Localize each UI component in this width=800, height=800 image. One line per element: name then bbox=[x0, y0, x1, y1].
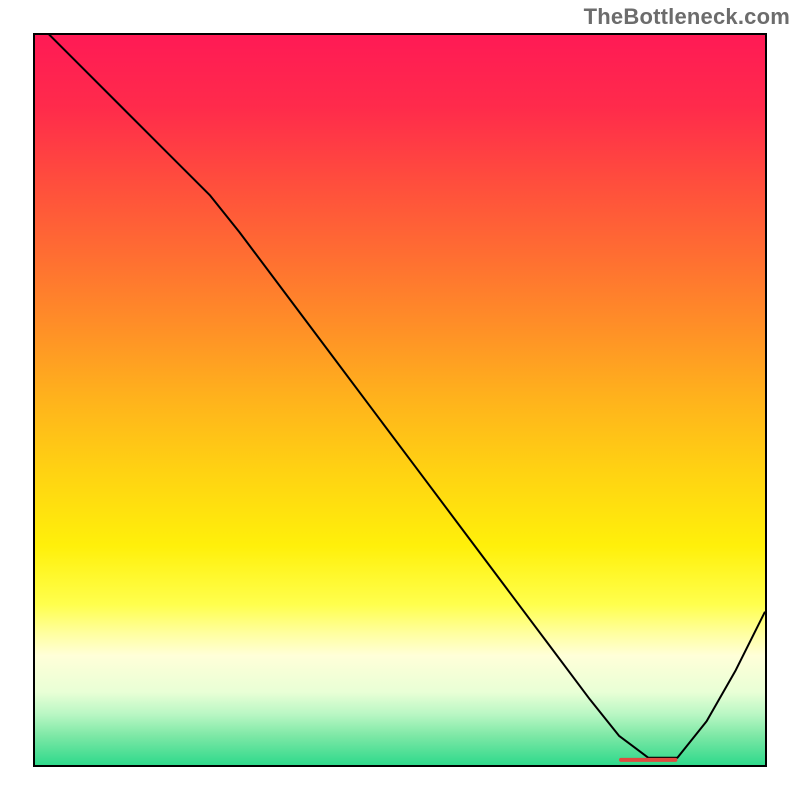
optimal-range-marker bbox=[619, 758, 677, 762]
chart-background bbox=[35, 35, 765, 765]
chart-svg bbox=[35, 35, 765, 765]
plot-area bbox=[33, 33, 767, 767]
chart-container: TheBottleneck.com bbox=[0, 0, 800, 800]
attribution-link[interactable]: TheBottleneck.com bbox=[584, 4, 790, 30]
